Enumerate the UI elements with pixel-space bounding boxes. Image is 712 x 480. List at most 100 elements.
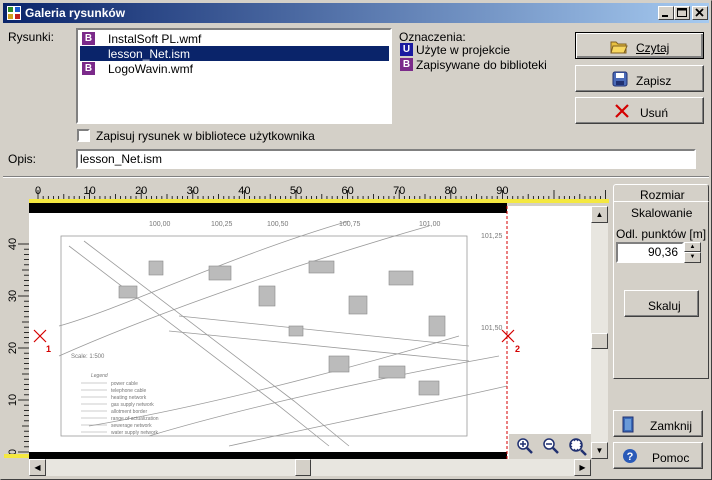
tab-size[interactable]: Rozmiar <box>613 184 709 202</box>
spin-up-button[interactable]: ▲ <box>684 242 701 252</box>
map-legend-item: gas supply network <box>111 402 154 408</box>
list-item[interactable]: B LogoWavin.wmf <box>80 61 389 76</box>
title-bar[interactable]: Galeria rysunków <box>3 3 709 23</box>
gallery-window: Galeria rysunków Rysunki: B InstalSoft P… <box>0 0 712 480</box>
drawings-label: Rysunki: <box>8 30 55 44</box>
ruler-corner <box>4 184 29 206</box>
ruler-tick-label: 70 <box>393 185 405 197</box>
spin-down-button[interactable]: ▼ <box>684 252 701 263</box>
legend-title: Oznaczenia: <box>399 30 466 44</box>
scale-button-label: Skaluj <box>648 299 681 313</box>
list-item[interactable]: B InstalSoft PL.wmf <box>80 31 389 46</box>
map-legend-item: sewerage network <box>111 423 152 429</box>
list-item[interactable]: lesson_Net.ism <box>80 46 389 61</box>
save-button[interactable]: Zapisz <box>575 65 704 92</box>
marker-1[interactable] <box>33 329 47 343</box>
help-button[interactable]: ? Pomoc <box>613 442 703 469</box>
minimize-button[interactable] <box>658 6 674 20</box>
legend-library-text: Zapisywane do biblioteki <box>416 58 547 72</box>
map-drawing: 100,00 100,25 100,50 100,75 101,00 101,25 101,… <box>29 206 520 459</box>
map-legend-item: water supply network <box>111 430 158 436</box>
window-title: Galeria rysunków <box>25 6 126 20</box>
ruler-tick-label: 20 <box>135 185 147 197</box>
vertical-scroll-thumb[interactable] <box>591 333 608 349</box>
close-window-button[interactable] <box>692 6 708 20</box>
door-exit-icon <box>622 416 634 433</box>
close-icon <box>695 8 704 17</box>
list-item-label: lesson_Net.ism <box>108 47 191 61</box>
gallery-app-icon <box>7 6 21 20</box>
library-badge: B <box>400 58 413 71</box>
tab-scaling-panel: Skalowanie Odl. punktów [m] 90,36 ▲ ▼ Sk… <box>613 201 709 379</box>
map-legend-item: telephone cable <box>111 388 147 394</box>
elevation-label: 100,00 <box>149 221 171 228</box>
zoom-toolbar <box>509 434 591 459</box>
list-item-label: InstalSoft PL.wmf <box>108 32 202 46</box>
save-to-library-checkbox[interactable] <box>77 129 90 142</box>
map-legend-item: power cable <box>111 381 138 387</box>
marker-2[interactable] <box>501 329 515 343</box>
scroll-left-button[interactable]: ◀ <box>29 459 46 476</box>
elevation-label: 100,50 <box>267 221 289 228</box>
horizontal-ruler: 0 10 20 30 40 50 60 70 80 90 <box>29 184 609 206</box>
delete-button[interactable]: Usuń <box>575 97 704 124</box>
maximize-icon <box>677 8 687 17</box>
horizontal-scroll-thumb[interactable] <box>295 459 311 476</box>
description-input[interactable] <box>76 149 696 169</box>
used-badge: U <box>400 43 413 56</box>
map-legend-item: allotment border <box>111 409 147 415</box>
zoom-fit-icon[interactable] <box>567 436 587 456</box>
distance-input[interactable]: 90,36 <box>616 242 684 263</box>
ruler-tick-label: 40 <box>238 185 250 197</box>
drawing-preview[interactable]: 100,00 100,25 100,50 100,75 101,00 101,25 101,… <box>29 206 591 459</box>
scroll-right-button[interactable]: ▶ <box>574 459 591 476</box>
separator <box>3 176 709 178</box>
list-item-label: LogoWavin.wmf <box>108 62 193 76</box>
help-icon: ? <box>623 449 637 463</box>
close-button-label: Zamknij <box>650 419 693 433</box>
vertical-scrollbar[interactable]: ▲ ▼ <box>591 206 608 459</box>
map-legend-item: range of actualization <box>111 416 159 422</box>
delete-x-icon <box>615 104 629 118</box>
scroll-up-button[interactable]: ▲ <box>591 206 608 223</box>
marker-2-label: 2 <box>515 344 520 354</box>
elevation-label: 100,75 <box>339 221 361 228</box>
tab-scaling-label[interactable]: Skalowanie <box>631 206 692 220</box>
marker-1-label: 1 <box>46 344 51 354</box>
elevation-label: 101,25 <box>481 233 503 240</box>
ruler-tick-label: 20 <box>7 342 19 354</box>
scroll-down-button[interactable]: ▼ <box>591 442 608 459</box>
help-button-label: Pomoc <box>652 451 690 465</box>
ruler-tick-label: 60 <box>341 185 353 197</box>
ruler-tick-label: 50 <box>290 185 302 197</box>
drawings-list[interactable]: B InstalSoft PL.wmf lesson_Net.ism B Log… <box>76 28 392 124</box>
legend-used-text: Użyte w projekcie <box>416 43 511 57</box>
distance-label: Odl. punktów [m] <box>616 227 707 241</box>
zoom-out-icon[interactable] <box>543 438 559 454</box>
library-badge: B <box>82 32 95 45</box>
svg-text:?: ? <box>627 451 634 463</box>
elevation-label: 100,25 <box>211 221 233 228</box>
ruler-tick-label: 80 <box>445 185 457 197</box>
distance-spinner[interactable]: ▲ ▼ <box>684 242 701 263</box>
save-disk-icon <box>612 71 628 87</box>
horizontal-scrollbar[interactable]: ◀ ▶ <box>29 459 591 476</box>
vertical-ruler: 40 30 20 10 0 <box>4 206 29 459</box>
side-panel: Rozmiar Skalowanie Odl. punktów [m] 90,3… <box>613 184 709 379</box>
map-legend-item: heating network <box>111 395 147 401</box>
zoom-in-icon[interactable] <box>517 438 533 454</box>
scale-button[interactable]: Skaluj <box>624 290 699 317</box>
ruler-tick-label: 10 <box>83 185 95 197</box>
folder-open-icon <box>610 41 628 54</box>
close-button[interactable]: Zamknij <box>613 410 703 437</box>
library-badge: B <box>82 62 95 75</box>
maximize-button[interactable] <box>674 6 690 20</box>
elevation-label: 101,00 <box>419 221 441 228</box>
ruler-tick-label: 10 <box>7 394 19 406</box>
read-button[interactable]: Czytaj <box>575 32 704 59</box>
ruler-tick-label: 90 <box>496 185 508 197</box>
read-button-label: Czytaj <box>636 41 670 55</box>
minimize-icon <box>662 15 668 17</box>
ruler-tick-label: 0 <box>35 185 41 197</box>
save-to-library-label: Zapisuj rysunek w bibliotece użytkownika <box>96 129 315 143</box>
